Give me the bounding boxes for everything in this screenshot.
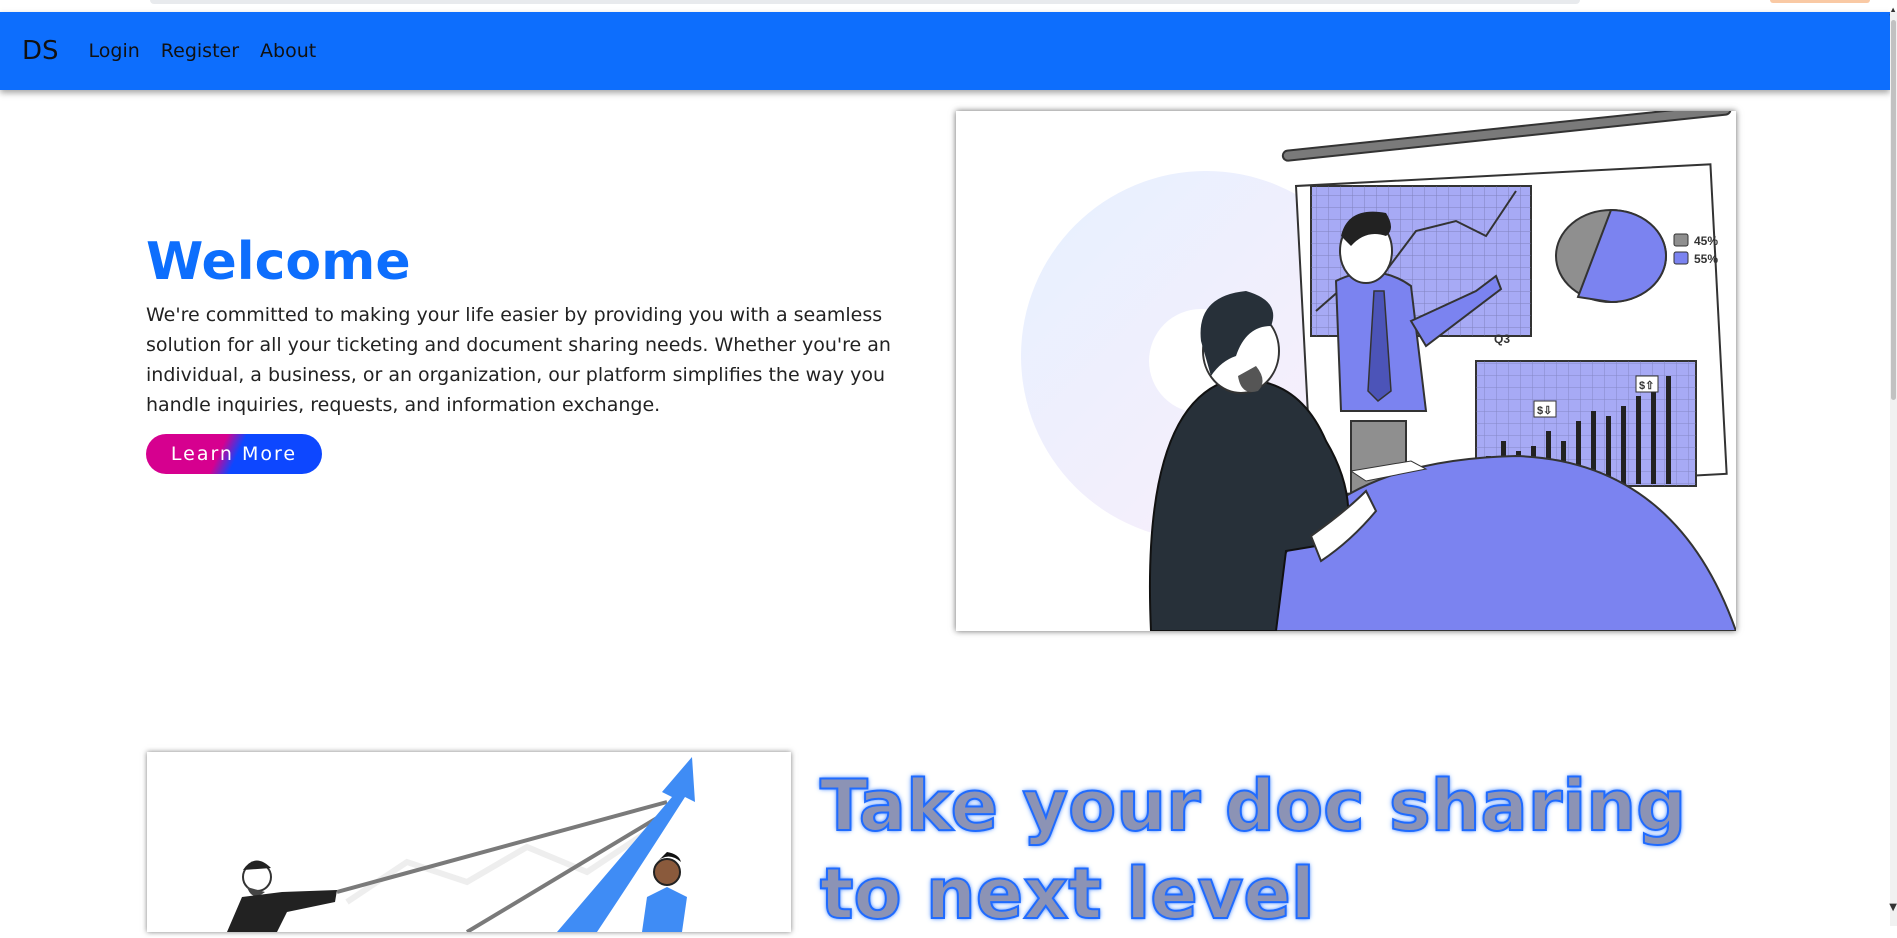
browser-tab-accent <box>1770 0 1870 3</box>
growth-illustration <box>147 752 791 932</box>
nav-login-link[interactable]: Login <box>89 40 140 62</box>
price-down-tag: $⇩ <box>1537 405 1552 417</box>
section-heading-line1: Take your doc sharing <box>819 764 1687 848</box>
page-scrollbar[interactable] <box>1890 12 1897 926</box>
climbing-person-head <box>653 858 681 886</box>
browser-top-strip <box>0 0 1897 12</box>
price-up-tag: $⇧ <box>1639 380 1654 392</box>
nav-links: Login Register About <box>89 40 317 62</box>
pie-legend-45: 45% <box>1694 234 1718 248</box>
quarter-label: Q3 <box>1494 332 1510 346</box>
hero-section: Welcome We're committed to making your l… <box>146 230 916 474</box>
presentation-illustration-svg: Q3 45% 55% $⇩ $⇧ <box>1021 111 1736 631</box>
hero-description: We're committed to making your life easi… <box>146 304 891 416</box>
scroll-down-arrow-icon[interactable]: ▼ <box>1889 902 1897 913</box>
pie-legend-55: 55% <box>1694 252 1718 266</box>
navbar: DS Login Register About <box>0 12 1890 90</box>
projector-screen-roll <box>1281 111 1732 162</box>
section-heading-line2: to next level <box>819 852 1316 936</box>
presentation-illustration: Q3 45% 55% $⇩ $⇧ <box>956 111 1736 631</box>
hero-title: Welcome <box>146 232 411 292</box>
nav-about-link[interactable]: About <box>260 40 316 62</box>
section-heading: Take your doc sharing to next level <box>819 762 1820 938</box>
growth-illustration-svg <box>227 757 695 932</box>
learn-more-button[interactable]: Learn More <box>146 434 322 474</box>
scrollbar-thumb[interactable] <box>1891 20 1896 400</box>
climbing-person-body <box>642 887 687 932</box>
nav-register-link[interactable]: Register <box>161 40 239 62</box>
brand-logo[interactable]: DS <box>22 36 59 66</box>
browser-address-bar-edge <box>150 0 1580 4</box>
